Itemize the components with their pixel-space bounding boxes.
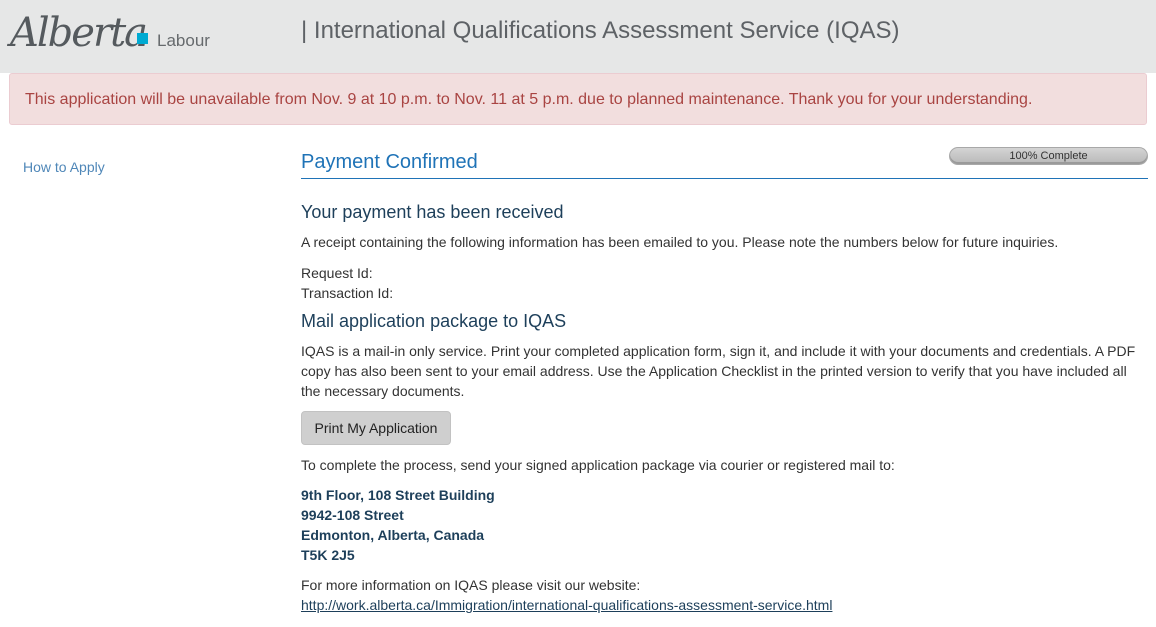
address-line: Edmonton, Alberta, Canada [301,527,485,543]
progress-bar: 100% Complete [949,147,1148,165]
more-info-text: For more information on IQAS please visi… [301,577,641,593]
title-divider [301,178,1148,179]
iqas-website-link[interactable]: http://work.alberta.ca/Immigration/inter… [301,597,832,613]
mailing-address: 9th Floor, 108 Street Building 9942-108 … [301,485,495,565]
site-header: Alberta Labour | International Qualifica… [0,0,1156,73]
address-line: 9th Floor, 108 Street Building [301,487,495,503]
payment-heading: Your payment has been received [301,202,564,222]
alert-message: This application will be unavailable fro… [25,91,1033,108]
app-title: | International Qualifications Assessmen… [301,17,900,44]
request-id-label: Request Id: [301,265,373,281]
page-title: Payment Confirmed [301,151,478,173]
ministry-name: Labour [157,31,210,50]
mail-heading: Mail application package to IQAS [301,311,567,331]
logo-wordmark: Alberta [10,10,148,56]
receipt-text: A receipt containing the following infor… [301,234,1059,250]
address-line: 9942-108 Street [301,507,404,523]
mail-instructions: IQAS is a mail-in only service. Print yo… [301,343,1136,399]
sidebar-item-how-to-apply[interactable]: How to Apply [23,159,105,175]
transaction-id-label: Transaction Id: [301,285,394,301]
complete-process-text: To complete the process, send your signe… [301,457,895,473]
alberta-logo[interactable]: Alberta Labour [10,8,210,58]
print-application-button[interactable]: Print My Application [301,411,451,445]
address-line: T5K 2J5 [301,547,355,563]
maintenance-alert: This application will be unavailable fro… [9,73,1147,125]
progress-label: 100% Complete [1009,150,1088,162]
logo-accent-square [137,33,148,44]
